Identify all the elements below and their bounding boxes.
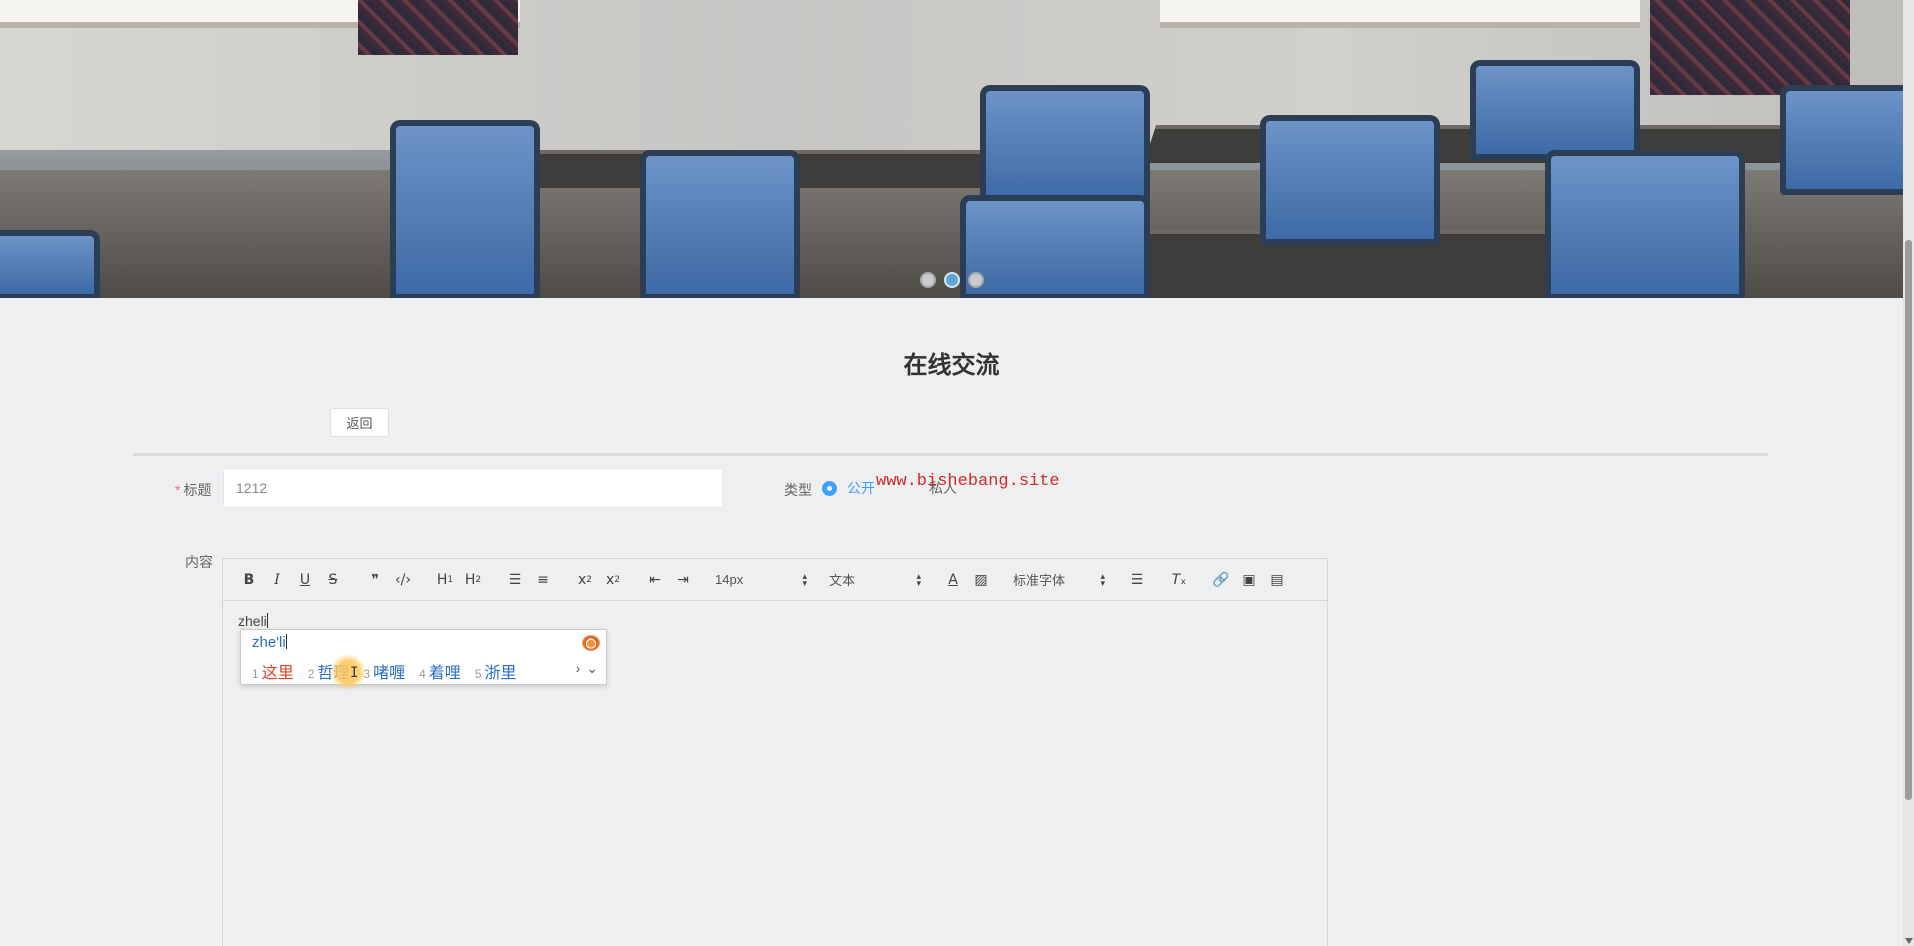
ime-candidate-window: zhe'li 1 这里 2 哲理 3 啫喱 4 着哩 5 浙里 › ⌄ — [240, 629, 607, 685]
carousel-indicators — [920, 272, 984, 288]
back-button[interactable]: 返回 — [330, 408, 389, 437]
ordered-list-icon[interactable]: ☰ — [501, 568, 529, 592]
ime-candidate[interactable]: 2 哲理 — [308, 659, 350, 683]
bold-button[interactable]: B — [235, 568, 263, 592]
ime-candidate-list: 1 这里 2 哲理 3 啫喱 4 着哩 5 浙里 — [252, 659, 531, 683]
clear-format-icon[interactable]: Tₓ — [1165, 568, 1193, 592]
text-cursor — [266, 613, 268, 628]
rich-text-editor: B I U S ❞ ‹/› H1 H2 ☰ ≡ x2 x2 ⇤ ⇥ 14px ▴… — [222, 558, 1328, 946]
ime-cursor — [285, 634, 287, 649]
radio-public[interactable] — [822, 480, 837, 496]
ime-candidate[interactable]: 5 浙里 — [475, 659, 517, 683]
link-icon[interactable]: 🔗 — [1207, 568, 1235, 592]
type-label: 类型 — [784, 482, 812, 498]
carousel-dot-2[interactable] — [944, 272, 960, 288]
italic-button[interactable]: I — [263, 568, 291, 592]
content-label: 内容 — [185, 554, 213, 570]
banner-image-chair — [960, 195, 1150, 298]
superscript-button[interactable]: x2 — [599, 568, 627, 592]
ime-candidate[interactable]: 4 着哩 — [419, 659, 461, 683]
ime-candidate[interactable]: 3 啫喱 — [363, 659, 405, 683]
ime-next-page-icon[interactable]: › — [576, 660, 581, 677]
banner-carousel — [0, 0, 1903, 298]
font-family-select[interactable]: 标准字体 ▴ ▾ — [1009, 568, 1109, 592]
background-color-icon[interactable]: ▨ — [967, 568, 995, 592]
select-caret-icon: ▴ ▾ — [802, 570, 807, 588]
banner-image-window — [1160, 0, 1640, 28]
editor-toolbar: B I U S ❞ ‹/› H1 H2 ☰ ≡ x2 x2 ⇤ ⇥ 14px ▴… — [223, 559, 1327, 601]
banner-image-cloth — [1650, 0, 1850, 95]
title-input[interactable] — [223, 468, 723, 508]
indent-icon[interactable]: ⇥ — [669, 568, 697, 592]
bullet-list-icon[interactable]: ≡ — [529, 568, 557, 592]
radio-public-label[interactable]: 公开 — [847, 478, 875, 498]
font-size-select[interactable]: 14px ▴ ▾ — [711, 568, 811, 592]
ime-skin-icon[interactable] — [582, 635, 600, 651]
scrollbar-thumb[interactable] — [1905, 240, 1912, 800]
align-icon[interactable]: ☰ — [1123, 568, 1151, 592]
underline-button[interactable]: U — [291, 568, 319, 592]
blockquote-icon[interactable]: ❞ — [361, 568, 389, 592]
image-icon[interactable]: ▣ — [1235, 568, 1263, 592]
banner-image-chair — [640, 150, 800, 298]
editor-typed-text: zheli — [238, 613, 267, 629]
subscript-button[interactable]: x2 — [571, 568, 599, 592]
page-title: 在线交流 — [903, 352, 1000, 379]
banner-image-cloth — [358, 0, 518, 55]
banner-image-chair — [1780, 85, 1903, 195]
header-select[interactable]: 文本 ▴ ▾ — [825, 568, 925, 592]
video-icon[interactable]: ▤ — [1263, 568, 1291, 592]
banner-image-chair — [0, 230, 100, 298]
ime-composition: zhe'li — [252, 634, 287, 651]
banner-image-chair — [390, 120, 540, 298]
carousel-dot-1[interactable] — [920, 272, 936, 288]
scroll-down-arrow-icon[interactable] — [1905, 938, 1913, 944]
divider — [133, 453, 1768, 456]
banner-image-chair — [1470, 60, 1640, 160]
carousel-dot-3[interactable] — [968, 272, 984, 288]
strike-button[interactable]: S — [319, 568, 347, 592]
watermark: www.bishebang.site — [876, 472, 1060, 491]
select-caret-icon: ▴ ▾ — [916, 570, 921, 588]
title-label: * 标题 — [175, 482, 212, 498]
required-star: * — [175, 482, 181, 498]
select-caret-icon: ▴ ▾ — [1100, 570, 1105, 588]
ime-expand-icon[interactable]: ⌄ — [586, 660, 598, 677]
banner-image-chair — [980, 85, 1150, 205]
ime-nav: › ⌄ — [576, 660, 598, 677]
code-block-icon[interactable]: ‹/› — [389, 568, 417, 592]
banner-image-chair — [1545, 150, 1745, 298]
page-scrollbar[interactable] — [1903, 0, 1914, 946]
mouse-cursor-icon: I — [350, 665, 359, 681]
header-1-button[interactable]: H1 — [431, 568, 459, 592]
header-2-button[interactable]: H2 — [459, 568, 487, 592]
outdent-icon[interactable]: ⇤ — [641, 568, 669, 592]
banner-image-chair — [1260, 115, 1440, 245]
ime-candidate[interactable]: 1 这里 — [252, 659, 294, 683]
text-color-icon[interactable]: A — [939, 568, 967, 592]
